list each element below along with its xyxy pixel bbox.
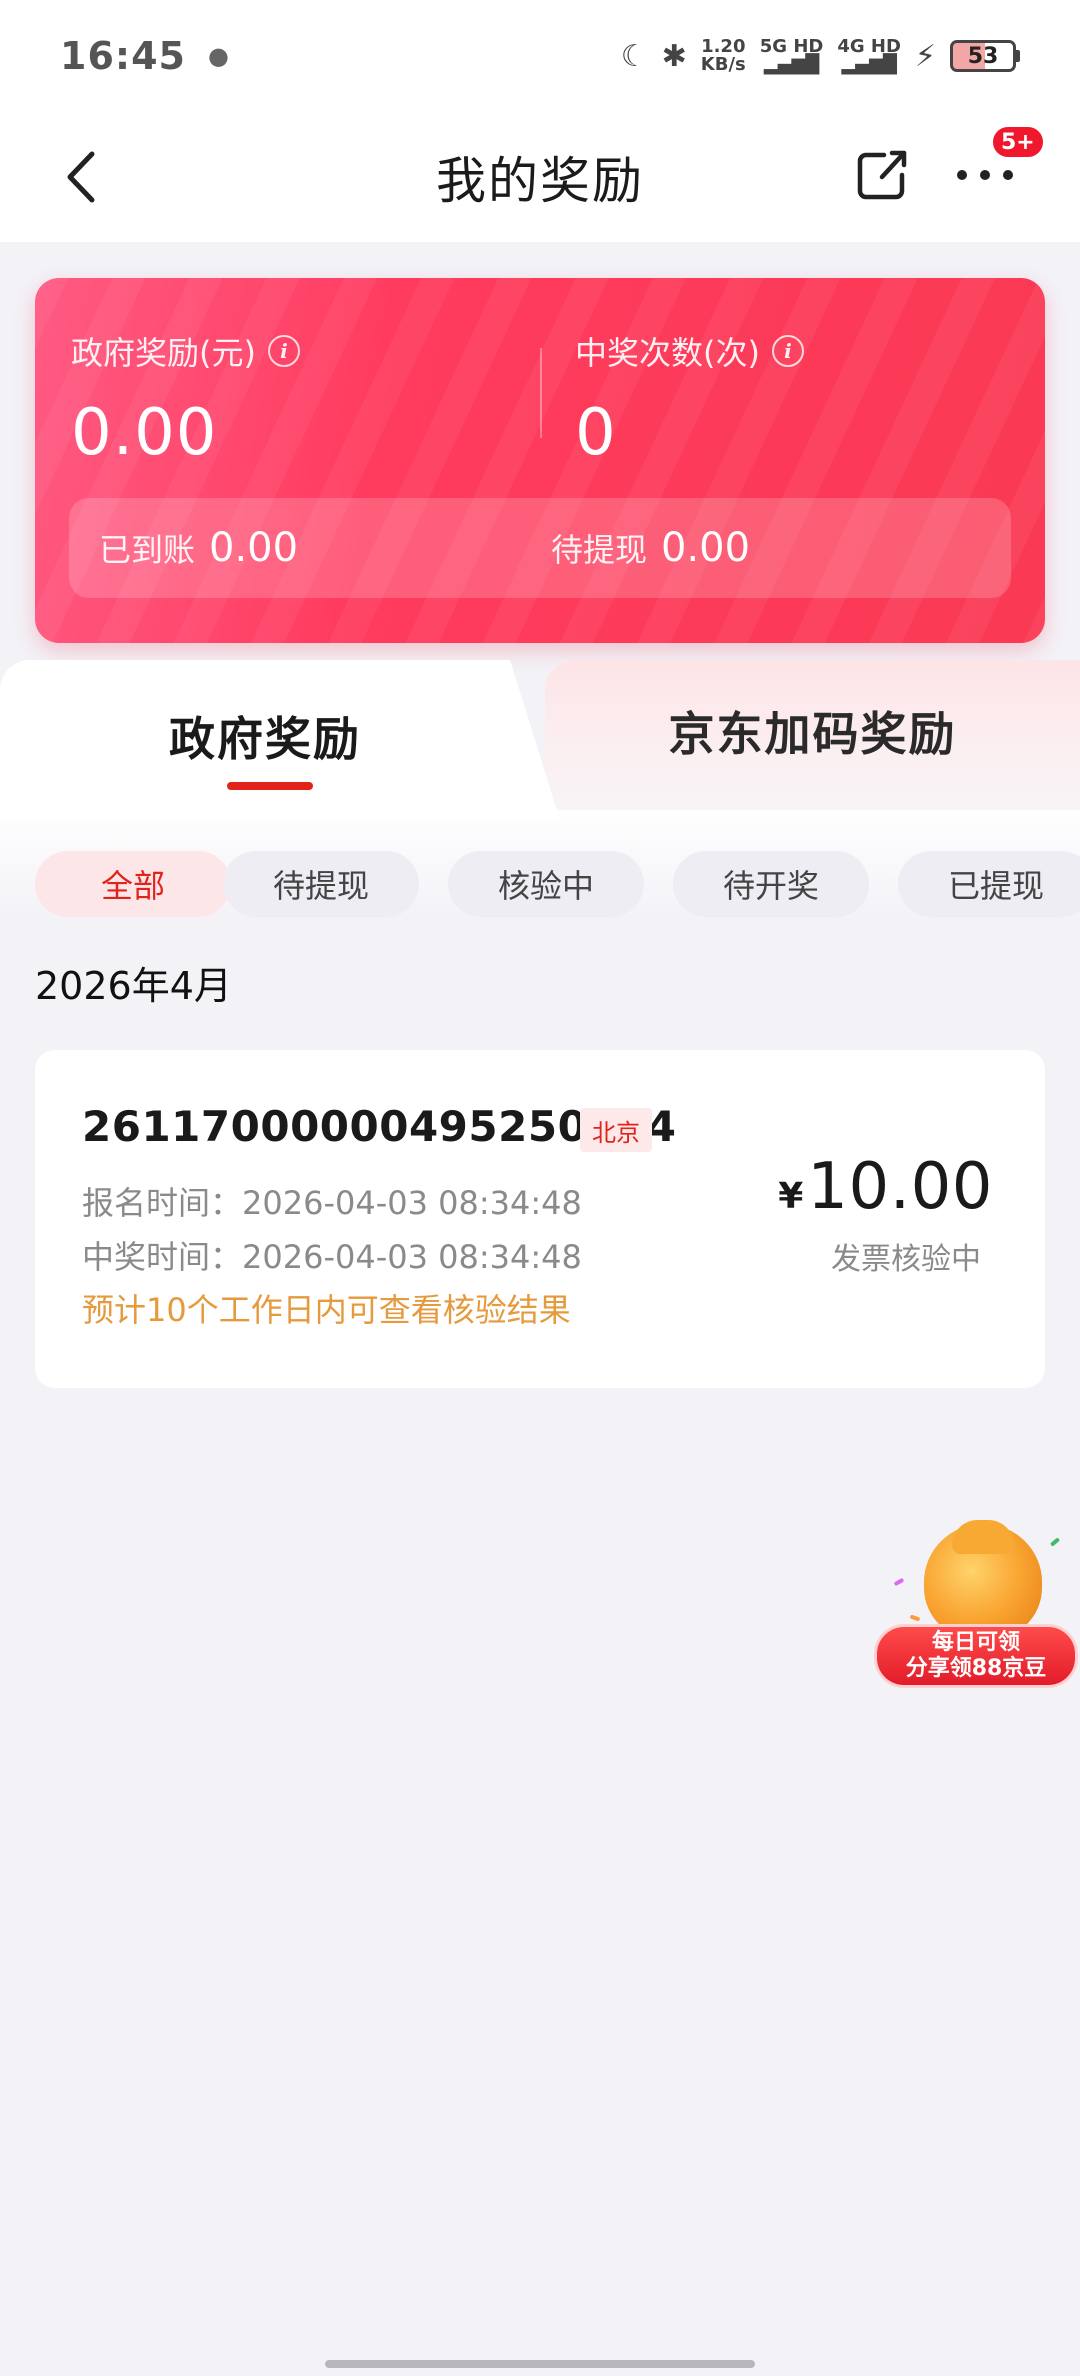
arrived-value: 0.00 (209, 525, 299, 571)
reward-tabs: 京东加码奖励 政府奖励 (0, 660, 1080, 820)
pending-label: 待提现 (551, 531, 648, 569)
rewards-page: 16:45 ● ☾ ✱ 1.20 KB/s 5G HD ▂▄▆█ 4G HD ▂… (0, 0, 1080, 2376)
app-header: 我的奖励 5+ (0, 112, 1080, 242)
gov-reward-value: 0.00 (71, 396, 218, 470)
divider (540, 348, 542, 438)
gov-reward-summary: 政府奖励(元) i 0.00 (71, 328, 300, 470)
gov-reward-label: 政府奖励(元) (71, 334, 256, 372)
arrived-label: 已到账 (99, 531, 196, 569)
sim2-signal: 4G HD ▂▄▆█ (837, 38, 901, 74)
daily-bean-promo[interactable]: 每日可领 分享领88京豆 (872, 1520, 1080, 1700)
balance-breakdown: 已到账 0.00 待提现 0.00 (69, 498, 1011, 598)
win-time-row: 中奖时间：2026-04-03 08:34:48 (82, 1232, 582, 1278)
record-status: 发票核验中 (831, 1242, 981, 1277)
net-speed: 1.20 KB/s (701, 38, 746, 74)
status-bar: 16:45 ● ☾ ✱ 1.20 KB/s 5G HD ▂▄▆█ 4G HD ▂… (0, 0, 1080, 112)
reward-summary-card: 政府奖励(元) i 0.00 中奖次数(次) i 0 已到账 0.00 待提现 … (35, 278, 1045, 643)
win-count-label: 中奖次数(次) (575, 334, 760, 372)
pending-item: 待提现 0.00 (551, 525, 750, 571)
charging-icon: ⚡ (914, 38, 936, 74)
filter-chip-pending-draw[interactable]: 待开奖 (673, 851, 869, 917)
bluetooth-icon: ✱ (661, 38, 687, 74)
region-tag: 北京 (580, 1108, 652, 1152)
moon-icon: ☾ (620, 38, 648, 74)
arrived-item: 已到账 0.00 (99, 525, 298, 571)
status-time: 16:45 (60, 34, 186, 78)
notification-icon: ● (207, 42, 229, 70)
more-dots-icon (957, 170, 1013, 180)
share-button[interactable] (852, 140, 912, 210)
chevron-left-icon (67, 151, 95, 203)
amount-value: 10.00 (807, 1150, 993, 1224)
signal-icon: ▂▄▆█ (841, 54, 897, 75)
verification-note: 预计10个工作日内可查看核验结果 (82, 1291, 571, 1329)
tab-jd-bonus[interactable]: 京东加码奖励 (545, 660, 1080, 810)
signup-time-row: 报名时间：2026-04-03 08:34:48 (82, 1178, 582, 1224)
promo-label: 每日可领 分享领88京豆 (874, 1624, 1078, 1688)
filter-chip-pending-withdraw[interactable]: 待提现 (223, 851, 419, 917)
signal-icon: ▂▄▆█ (763, 54, 820, 75)
active-tab-indicator (227, 782, 313, 790)
signup-time-label: 报名时间： (82, 1184, 243, 1222)
promo-line1: 每日可领 (931, 1630, 1020, 1655)
battery-icon: 53 (950, 40, 1020, 72)
month-header: 2026年4月 (35, 964, 232, 1008)
win-count-value: 0 (575, 396, 617, 470)
filter-chip-withdrawn[interactable]: 已提现 (898, 851, 1080, 917)
tab-gov-reward[interactable]: 政府奖励 (0, 660, 560, 820)
tab-gov-reward-label: 政府奖励 (169, 712, 361, 766)
promo-line2: 分享领88京豆 (905, 1656, 1047, 1681)
filter-chip-all[interactable]: 全部 (35, 851, 231, 917)
status-icons: ☾ ✱ 1.20 KB/s 5G HD ▂▄▆█ 4G HD ▂▄▆█ ⚡ 53 (621, 38, 1020, 74)
home-indicator[interactable] (325, 2360, 755, 2368)
currency-symbol: ¥ (778, 1176, 804, 1217)
filter-chips: 全部 待提现 核验中 待开奖 已提现 (35, 851, 1080, 917)
money-bag-knot (952, 1520, 1014, 1554)
win-count-summary: 中奖次数(次) i 0 (575, 328, 804, 470)
more-badge: 5+ (990, 124, 1046, 160)
filter-chip-verifying[interactable]: 核验中 (448, 851, 644, 917)
page-title: 我的奖励 (436, 152, 644, 210)
reward-record-card[interactable]: 26117000000495250724 北京 报名时间：2026-04-03 … (35, 1050, 1045, 1388)
win-time-value: 2026-04-03 08:34:48 (242, 1238, 582, 1276)
back-button[interactable] (50, 142, 110, 212)
pending-value: 0.00 (661, 525, 751, 571)
reward-amount: ¥ 10.00 (778, 1150, 993, 1224)
win-time-label: 中奖时间： (82, 1238, 243, 1276)
share-icon (857, 150, 907, 200)
info-icon[interactable]: i (771, 335, 804, 367)
info-icon[interactable]: i (267, 335, 300, 367)
signup-time-value: 2026-04-03 08:34:48 (242, 1184, 582, 1222)
net-speed-unit: KB/s (700, 54, 746, 75)
tab-jd-bonus-label: 京东加码奖励 (668, 707, 957, 761)
sim1-signal: 5G HD ▂▄▆█ (760, 38, 824, 74)
battery-level: 53 (950, 40, 1016, 72)
